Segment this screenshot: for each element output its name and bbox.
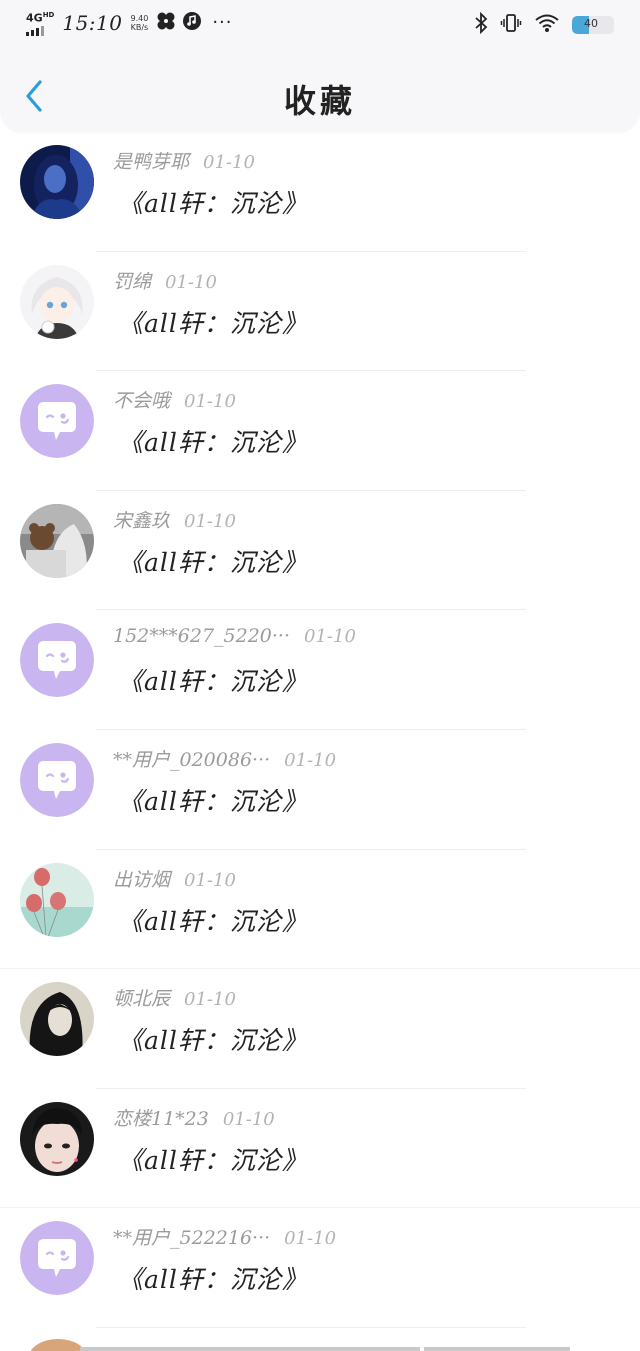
item-meta: 宋鑫玖 01-10 [113, 506, 236, 533]
item-meta: 恋楼11*23 01-10 [113, 1104, 275, 1131]
user-avatar[interactable] [20, 145, 94, 219]
item-meta: **用户_020086··· 01-10 [113, 745, 336, 772]
favorite-list-item[interactable]: 152***627_5220··· 01-10 《all轩：沉沦》 [0, 610, 640, 730]
favorite-date: 01-10 [304, 626, 356, 648]
username[interactable]: 不会哦 [113, 386, 170, 413]
favorite-list-item[interactable]: 不会哦 01-10 《all轩：沉沦》 [0, 371, 640, 491]
work-title[interactable]: 《all轩：沉沦》 [118, 662, 308, 698]
user-avatar[interactable] [20, 264, 94, 339]
favorite-date: 01-10 [284, 749, 337, 771]
favorite-date: 01-10 [165, 271, 217, 293]
work-title[interactable]: 《all轩：沉沦》 [118, 423, 308, 459]
divider [96, 1326, 526, 1328]
favorite-date: 01-10 [222, 1108, 275, 1130]
username[interactable]: 出访烟 [113, 865, 170, 892]
work-title[interactable]: 《all轩：沉沦》 [118, 304, 308, 340]
item-meta: 152***627_5220··· 01-10 [113, 625, 356, 647]
username[interactable]: 是鸭芽耶 [113, 147, 189, 174]
item-meta: 罚绵 01-10 [113, 267, 217, 294]
favorite-date: 01-10 [184, 989, 236, 1011]
favorite-date: 01-10 [184, 391, 236, 413]
favorite-date: 01-10 [184, 869, 236, 891]
wifi-icon [534, 13, 560, 37]
username[interactable]: 宋鑫玖 [113, 506, 170, 533]
favorites-list: 是鸭芽耶 01-10 《all轩：沉沦》 罚绵 01-10 《all轩：沉沦》 不会哦 0… [0, 132, 640, 1328]
network-indicator: 4GHD [26, 10, 54, 36]
clock: 15:10 [62, 10, 123, 35]
signal-icon [26, 25, 54, 36]
user-avatar[interactable] [20, 623, 94, 698]
favorite-date: 01-10 [184, 510, 236, 532]
user-avatar[interactable] [20, 742, 94, 817]
username[interactable]: 顿北辰 [113, 984, 170, 1011]
work-title[interactable]: 《all轩：沉沦》 [118, 1260, 308, 1296]
nav-header: 收藏 [0, 48, 640, 132]
favorite-list-item[interactable]: **用户_020086··· 01-10 《all轩：沉沦》 [0, 730, 640, 850]
work-title[interactable]: 《all轩：沉沦》 [118, 782, 308, 818]
favorite-list-item[interactable]: 宋鑫玖 01-10 《all轩：沉沦》 [0, 491, 640, 611]
more-dots-icon: ··· [212, 12, 233, 34]
favorite-list-item[interactable]: 恋楼11*23 01-10 《all轩：沉沦》 [0, 1089, 640, 1209]
username[interactable]: **用户_522216··· [113, 1223, 270, 1250]
item-meta: 是鸭芽耶 01-10 [113, 147, 255, 174]
favorite-list-item[interactable]: 是鸭芽耶 01-10 《all轩：沉沦》 [0, 132, 640, 252]
status-bar: 4GHD 15:10 9.40 KB/s ··· 40 [0, 0, 640, 48]
favorite-list-item[interactable]: **用户_522216··· 01-10 《all轩：沉沦》 [0, 1208, 640, 1328]
work-title[interactable]: 《all轩：沉沦》 [118, 1141, 308, 1177]
username[interactable]: **用户_020086··· [113, 745, 270, 772]
pinwheel-icon [156, 11, 176, 35]
username[interactable]: 恋楼11*23 [113, 1104, 209, 1131]
username[interactable]: 罚绵 [113, 267, 151, 294]
bluetooth-icon [474, 11, 488, 38]
item-meta: 顿北辰 01-10 [113, 984, 236, 1011]
favorite-date: 01-10 [284, 1228, 337, 1250]
work-title[interactable]: 《all轩：沉沦》 [118, 902, 308, 938]
username[interactable]: 152***627_5220··· [113, 625, 290, 647]
user-avatar[interactable] [20, 384, 94, 459]
favorite-date: 01-10 [203, 152, 255, 173]
vibrate-icon [500, 12, 522, 38]
user-avatar[interactable] [20, 862, 94, 937]
user-avatar[interactable] [20, 1221, 94, 1296]
user-avatar[interactable] [20, 1101, 94, 1176]
page-title: 收藏 [283, 82, 356, 120]
work-title[interactable]: 《all轩：沉沦》 [118, 543, 308, 579]
work-title[interactable]: 《all轩：沉沦》 [118, 1021, 308, 1057]
work-title[interactable]: 《all轩：沉沦》 [118, 184, 308, 220]
net-speed: 9.40 KB/s [130, 13, 149, 32]
item-meta: **用户_522216··· 01-10 [113, 1223, 336, 1250]
favorite-list-item[interactable]: 罚绵 01-10 《all轩：沉沦》 [0, 252, 640, 372]
user-avatar[interactable] [20, 503, 94, 578]
favorite-list-item[interactable]: 顿北辰 01-10 《all轩：沉沦》 [0, 969, 640, 1089]
item-meta: 出访烟 01-10 [113, 865, 236, 892]
user-avatar[interactable] [20, 982, 94, 1057]
list-item-partial [0, 1329, 640, 1351]
favorite-list-item[interactable]: 出访烟 01-10 《all轩：沉沦》 [0, 850, 640, 970]
item-meta: 不会哦 01-10 [113, 386, 236, 413]
battery-icon: 40 [572, 16, 614, 34]
music-icon [182, 11, 202, 35]
